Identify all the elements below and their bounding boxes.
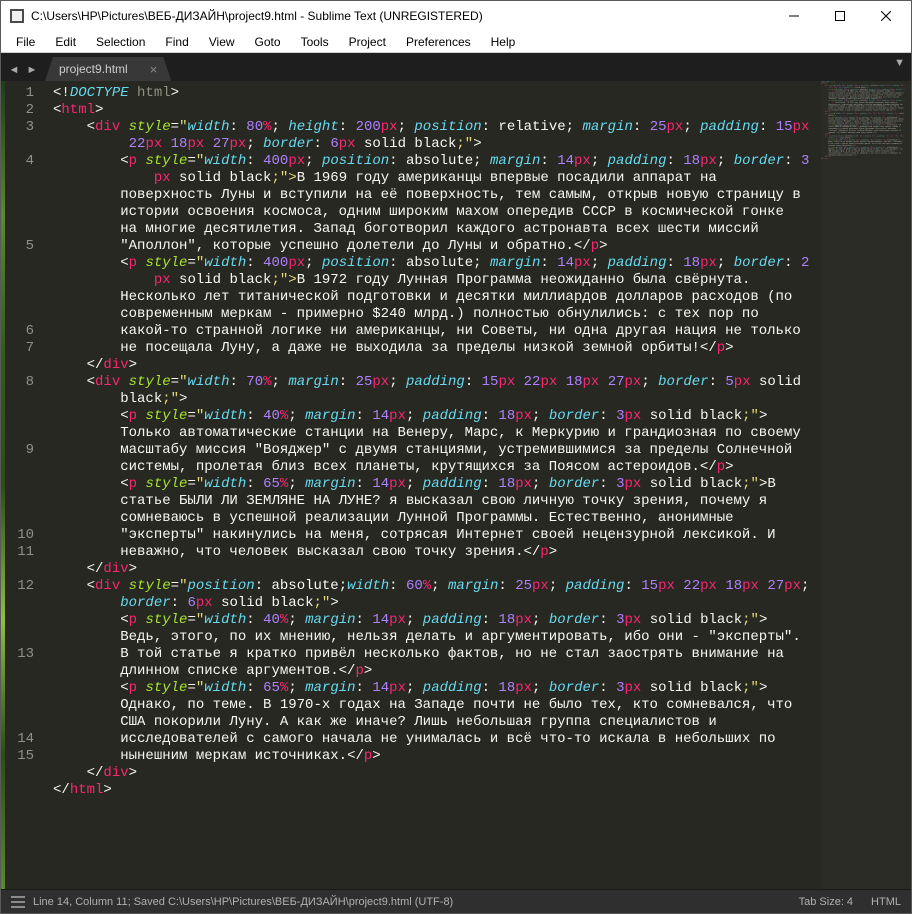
menu-view[interactable]: View <box>200 33 244 51</box>
tab-dropdown-icon[interactable]: ▼ <box>894 57 905 69</box>
code-area[interactable]: <!DOCTYPE html><html> <div style="width:… <box>45 81 821 889</box>
tab-nav-left-icon[interactable]: ◄ <box>5 59 23 81</box>
menu-help[interactable]: Help <box>482 33 525 51</box>
menu-goto[interactable]: Goto <box>246 33 290 51</box>
menu-project[interactable]: Project <box>340 33 395 51</box>
status-syntax[interactable]: HTML <box>871 896 901 908</box>
status-tab-size[interactable]: Tab Size: 4 <box>799 896 853 908</box>
menu-file[interactable]: File <box>7 33 44 51</box>
minimize-button[interactable] <box>771 1 817 31</box>
window-titlebar: C:\Users\HP\Pictures\ВЕБ-ДИЗАЙН\project9… <box>1 1 911 31</box>
close-button[interactable] <box>863 1 909 31</box>
status-position: Line 14, Column 11; Saved C:\Users\HP\Pi… <box>33 896 453 908</box>
tab-nav-right-icon[interactable]: ► <box>23 59 41 81</box>
app-icon <box>9 8 25 24</box>
menu-tools[interactable]: Tools <box>292 33 338 51</box>
menu-bar: File Edit Selection Find View Goto Tools… <box>1 31 911 53</box>
menu-selection[interactable]: Selection <box>87 33 154 51</box>
tab-project9[interactable]: project9.html × <box>45 57 171 81</box>
menu-edit[interactable]: Edit <box>46 33 85 51</box>
status-menu-icon[interactable] <box>11 896 25 908</box>
tab-label: project9.html <box>59 62 128 76</box>
menu-preferences[interactable]: Preferences <box>397 33 480 51</box>
maximize-button[interactable] <box>817 1 863 31</box>
editor: 123 4 5 67 8 9 1011 12 13 1415 <!DOCTYPE… <box>1 81 911 889</box>
tab-bar: ◄ ► project9.html × ▼ <box>1 53 911 81</box>
tab-close-icon[interactable]: × <box>150 63 158 76</box>
menu-find[interactable]: Find <box>156 33 197 51</box>
line-number-gutter: 123 4 5 67 8 9 1011 12 13 1415 <box>5 81 45 889</box>
minimap[interactable]: <!DOCTYPE html><html> <div style="width:… <box>821 81 911 889</box>
window-title: C:\Users\HP\Pictures\ВЕБ-ДИЗАЙН\project9… <box>31 9 771 23</box>
status-bar: Line 14, Column 11; Saved C:\Users\HP\Pi… <box>1 889 911 913</box>
